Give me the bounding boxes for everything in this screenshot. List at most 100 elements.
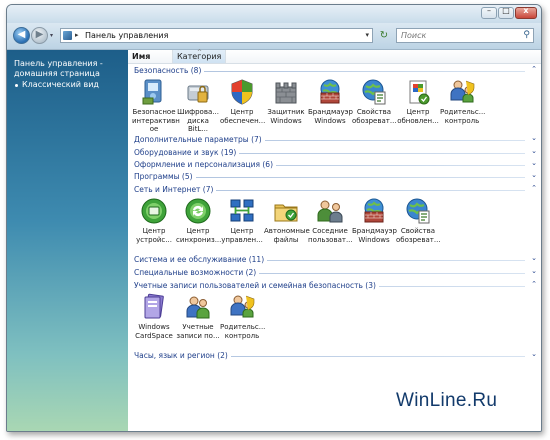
expand-chevron-icon[interactable]: ⌄ xyxy=(531,254,537,262)
expand-chevron-icon[interactable]: ⌄ xyxy=(531,171,537,179)
offline-files-folder-icon xyxy=(272,197,300,225)
refresh-icon: ↻ xyxy=(379,30,389,41)
group-user-accounts[interactable]: Учетные записи пользователей и семейная … xyxy=(134,280,537,291)
parental-controls-icon xyxy=(448,78,476,106)
search-box[interactable]: ⚲ xyxy=(396,28,534,43)
group-title[interactable]: Оформление и персонализация (6) xyxy=(134,160,277,169)
group-title[interactable]: Программы (5) xyxy=(134,172,196,181)
bitlocker-disk-icon xyxy=(184,78,212,106)
item-security-center[interactable]: Центр обеспечен... xyxy=(220,78,266,125)
item-label: Центр обновлен... xyxy=(397,108,439,125)
item-label: Учетные записи по... xyxy=(176,323,220,340)
item-sync-center[interactable]: Центр синхрониз... xyxy=(176,197,221,244)
collapse-chevron-icon[interactable]: ⌃ xyxy=(531,184,537,192)
item-people-near-me[interactable]: Соседние пользоват... xyxy=(308,197,353,244)
search-input[interactable] xyxy=(401,30,511,41)
back-arrow-icon: ◀ xyxy=(17,29,26,40)
windows-defender-castle-icon xyxy=(272,78,300,106)
item-label: Центр управлен... xyxy=(221,227,263,244)
search-icon[interactable]: ⚲ xyxy=(523,30,530,40)
item-internet-options[interactable]: Свойства обозреват... xyxy=(352,78,397,125)
maximize-button[interactable]: □ xyxy=(498,6,514,19)
item-secure-interactive[interactable]: Безопасное интерактивн ое xyxy=(132,78,180,134)
item-firewall[interactable]: Брандмауэр Windows xyxy=(308,78,353,125)
item-label: Брандмауэр Windows xyxy=(308,108,353,125)
item-label: Безопасное интерактивн ое xyxy=(132,108,180,133)
network-center-icon xyxy=(228,197,256,225)
group-title[interactable]: Система и ее обслуживание (11) xyxy=(134,255,268,264)
group-title[interactable]: Учетные записи пользователей и семейная … xyxy=(134,281,379,290)
item-label: Автономные файлы xyxy=(264,227,310,244)
group-hardware-sound[interactable]: Оборудование и звук (19) ⌄ xyxy=(134,147,537,158)
internet-options-globe-icon xyxy=(404,197,432,225)
address-dropdown-icon[interactable]: ▾ xyxy=(365,31,369,39)
recent-pages-dropdown[interactable]: ▾ xyxy=(50,32,53,39)
maximize-icon: □ xyxy=(502,6,510,15)
group-title[interactable]: Часы, язык и регион (2) xyxy=(134,351,231,360)
group-title[interactable]: Специальные возможности (2) xyxy=(134,268,260,277)
item-update-center[interactable]: Центр обновлен... xyxy=(396,78,440,125)
item-device-center[interactable]: Центр устройс... xyxy=(132,197,176,244)
close-button[interactable]: x xyxy=(515,6,537,19)
cardspace-icon xyxy=(140,293,168,321)
item-parental-controls-accounts[interactable]: Родительс... контроль xyxy=(220,293,265,340)
group-title[interactable]: Оборудование и звук (19) xyxy=(134,148,240,157)
item-offline-files[interactable]: Автономные файлы xyxy=(264,197,310,244)
minimize-button[interactable]: – xyxy=(481,6,497,19)
collapse-chevron-icon[interactable]: ⌃ xyxy=(531,280,537,288)
breadcrumb-arrow-icon[interactable]: ▸ xyxy=(75,31,79,39)
expand-chevron-icon[interactable]: ⌄ xyxy=(531,267,537,275)
item-label: Центр обеспечен... xyxy=(220,108,266,125)
address-bar[interactable]: ▸ Панель управления ▾ xyxy=(60,28,373,43)
item-label: Свойства обозреват... xyxy=(352,108,397,125)
column-category[interactable]: ^ Категория xyxy=(173,49,226,63)
item-label: Шифрова... диска BitL... xyxy=(177,108,219,133)
item-parental-controls[interactable]: Родительс... контроль xyxy=(440,78,485,125)
group-network-internet[interactable]: Сеть и Интернет (7) ⌃ xyxy=(134,184,537,195)
item-firewall-network[interactable]: Брандмауэр Windows xyxy=(352,197,397,244)
sync-center-icon xyxy=(184,197,212,225)
expand-chevron-icon[interactable]: ⌄ xyxy=(531,134,537,142)
item-cardspace[interactable]: Windows CardSpace xyxy=(132,293,176,340)
collapse-chevron-icon[interactable]: ⌃ xyxy=(531,65,537,73)
sort-indicator-icon: ^ xyxy=(197,49,203,56)
group-appearance[interactable]: Оформление и персонализация (6) ⌄ xyxy=(134,159,537,170)
internet-options-globe-icon xyxy=(360,78,388,106)
column-header: Имя ^ Категория xyxy=(128,49,541,64)
column-name[interactable]: Имя xyxy=(128,50,173,63)
device-center-icon xyxy=(140,197,168,225)
item-user-accounts[interactable]: Учетные записи по... xyxy=(176,293,220,340)
item-internet-options-network[interactable]: Свойства обозреват... xyxy=(396,197,441,244)
expand-chevron-icon[interactable]: ⌄ xyxy=(531,350,537,358)
update-center-icon xyxy=(404,78,432,106)
group-title[interactable]: Дополнительные параметры (7) xyxy=(134,135,265,144)
group-programs[interactable]: Программы (5) ⌄ xyxy=(134,171,537,182)
item-network-center[interactable]: Центр управлен... xyxy=(220,197,264,244)
close-icon: x xyxy=(523,6,529,15)
breadcrumb-control-panel[interactable]: Панель управления xyxy=(85,31,168,40)
navigation-bar: ◀ ▶ ▾ ▸ Панель управления ▾ ↻ ⚲ xyxy=(7,23,541,50)
group-title[interactable]: Безопасность (8) xyxy=(134,66,205,75)
group-additional-options[interactable]: Дополнительные параметры (7) ⌄ xyxy=(134,134,537,145)
group-system-maintenance[interactable]: Система и ее обслуживание (11) ⌄ xyxy=(134,254,537,265)
bitlocker-shield-icon xyxy=(140,78,168,106)
item-label: Защитник Windows xyxy=(267,108,305,125)
expand-chevron-icon[interactable]: ⌄ xyxy=(531,159,537,167)
item-label: Соседние пользоват... xyxy=(308,227,353,244)
content-pane: Имя ^ Категория Безопасность (8) ⌃ Безопа… xyxy=(128,49,541,431)
group-clock-language-region[interactable]: Часы, язык и регион (2) ⌄ xyxy=(134,350,537,361)
bullet-icon xyxy=(15,84,18,87)
task-pane: Панель управления - домашняя страница Кл… xyxy=(7,50,128,431)
item-windows-defender[interactable]: Защитник Windows xyxy=(264,78,308,125)
group-security[interactable]: Безопасность (8) ⌃ xyxy=(134,65,537,76)
user-accounts-icon xyxy=(184,293,212,321)
expand-chevron-icon[interactable]: ⌄ xyxy=(531,147,537,155)
forward-button[interactable]: ▶ xyxy=(31,27,48,44)
item-bitlocker[interactable]: Шифрова... диска BitL... xyxy=(176,78,220,134)
sidebar-home-link[interactable]: Панель управления - домашняя страница xyxy=(14,59,103,79)
back-button[interactable]: ◀ xyxy=(13,27,30,44)
sidebar-classic-view-link[interactable]: Классический вид xyxy=(22,80,99,90)
refresh-button[interactable]: ↻ xyxy=(377,29,391,42)
group-accessibility[interactable]: Специальные возможности (2) ⌄ xyxy=(134,267,537,278)
group-title[interactable]: Сеть и Интернет (7) xyxy=(134,185,217,194)
